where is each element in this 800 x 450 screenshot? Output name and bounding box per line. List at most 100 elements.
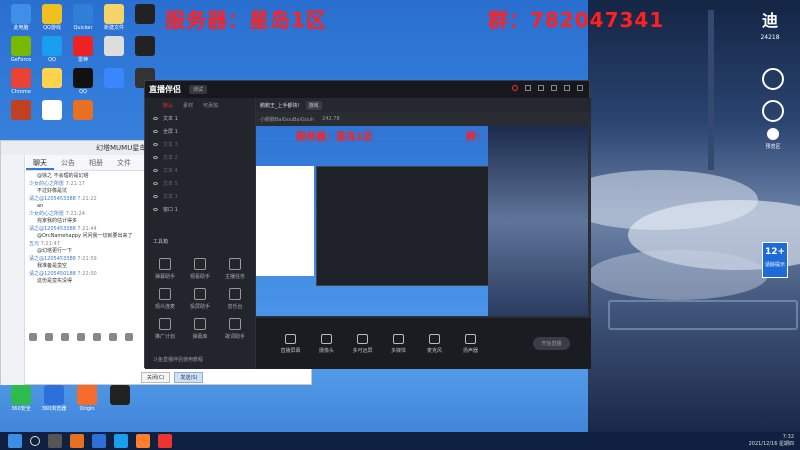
tool-button[interactable]: 弹幕助手 bbox=[149, 258, 181, 280]
eye-icon[interactable] bbox=[153, 156, 158, 159]
message-author[interactable]: 少女的心之所愿 bbox=[29, 211, 66, 217]
tool-button[interactable]: 投屏助手 bbox=[184, 288, 216, 310]
close-icon[interactable] bbox=[577, 85, 583, 91]
minimize-icon[interactable] bbox=[551, 85, 557, 91]
scene-item[interactable]: 文本 4 bbox=[145, 164, 255, 177]
control-button[interactable]: 麦克风 bbox=[421, 333, 447, 354]
eye-icon[interactable] bbox=[153, 195, 158, 198]
skin-icon[interactable] bbox=[525, 85, 531, 91]
control-button[interactable]: 多媒体 bbox=[385, 333, 411, 354]
desktop-icon[interactable]: 新建文件 bbox=[97, 4, 131, 31]
search-icon[interactable] bbox=[30, 436, 40, 446]
control-button[interactable]: 摄像头 bbox=[313, 333, 339, 354]
desktop-icon[interactable] bbox=[66, 100, 100, 121]
scene-item[interactable]: 文本 5 bbox=[145, 177, 255, 190]
tool-icon bbox=[159, 258, 171, 270]
scene-tab[interactable]: 默认 bbox=[163, 102, 173, 109]
stream-preview[interactable]: 服务器：星岛1区 群：782047341 bbox=[256, 126, 588, 316]
start-live-button[interactable]: 开始直播 bbox=[533, 337, 570, 350]
taskbar-app-icon[interactable] bbox=[70, 434, 84, 448]
settings-icon[interactable] bbox=[762, 68, 784, 90]
control-button[interactable]: 直播屏幕 bbox=[277, 333, 303, 354]
control-button[interactable]: 多可远屏 bbox=[349, 333, 375, 354]
desktop-icon[interactable]: 360安全 bbox=[4, 385, 38, 412]
maximize-icon[interactable] bbox=[564, 85, 570, 91]
record-icon[interactable] bbox=[512, 85, 518, 91]
scissors-icon[interactable] bbox=[61, 333, 69, 341]
desktop-icon[interactable]: 雷神 bbox=[66, 36, 100, 63]
task-view-icon[interactable] bbox=[48, 434, 62, 448]
control-button[interactable]: 扬声器 bbox=[457, 333, 483, 354]
eye-icon[interactable] bbox=[153, 208, 158, 211]
image-icon[interactable] bbox=[93, 333, 101, 341]
desktop-icon[interactable] bbox=[128, 4, 162, 25]
message-author[interactable]: 五元 bbox=[29, 241, 41, 247]
desktop-icon[interactable] bbox=[35, 100, 69, 121]
chat-tab[interactable]: 相册 bbox=[82, 155, 110, 170]
message-author[interactable]: 请之@1205453388 bbox=[29, 226, 77, 232]
tool-button[interactable]: 观众连麦 bbox=[149, 288, 181, 310]
system-tray[interactable]: 7:32 2021/12/16 星期四 bbox=[749, 434, 794, 448]
desktop-icon[interactable] bbox=[97, 36, 131, 57]
scene-item[interactable]: 窗口 1 bbox=[145, 203, 255, 216]
desktop-icon[interactable]: QQ bbox=[35, 36, 69, 63]
category-badge[interactable]: 游戏 bbox=[305, 100, 322, 110]
windows-start-icon[interactable] bbox=[8, 434, 22, 448]
desktop-icon[interactable]: QQ游戏 bbox=[35, 4, 69, 31]
tool-label: 主播任务 bbox=[224, 274, 245, 280]
eye-icon[interactable] bbox=[153, 169, 158, 172]
desktop-icon[interactable]: GeForce bbox=[4, 36, 38, 63]
tool-button[interactable]: 弹幕库 bbox=[184, 318, 216, 340]
desktop-icon[interactable]: Origin bbox=[70, 385, 104, 412]
desktop-icon[interactable] bbox=[4, 100, 38, 121]
eye-icon[interactable] bbox=[153, 182, 158, 185]
desktop-icon[interactable]: 360浏览器 bbox=[37, 385, 71, 412]
scene-item[interactable]: 文本 1 bbox=[145, 190, 255, 203]
close-button[interactable]: 关闭(C) bbox=[141, 371, 171, 383]
message-author[interactable]: 请之@1205450188 bbox=[29, 271, 77, 277]
eye-icon[interactable] bbox=[153, 130, 158, 133]
emoji-icon[interactable] bbox=[29, 333, 37, 341]
scene-tab[interactable]: 可添加 bbox=[203, 102, 218, 109]
power-icon[interactable] bbox=[762, 100, 784, 122]
chat-tab[interactable]: 公告 bbox=[54, 155, 82, 170]
desktop-icon[interactable] bbox=[97, 68, 131, 89]
message-author[interactable]: 请之@1205453388 bbox=[29, 256, 77, 262]
scene-item[interactable]: 文本 1 bbox=[145, 112, 255, 125]
taskbar-app-icon[interactable] bbox=[114, 434, 128, 448]
tool-button[interactable]: 歌词助手 bbox=[219, 318, 251, 340]
desktop-icon[interactable]: QQ bbox=[66, 68, 100, 95]
eye-icon[interactable] bbox=[153, 143, 158, 146]
taskbar-app-icon[interactable] bbox=[158, 434, 172, 448]
scene-tab[interactable]: 素材 bbox=[183, 102, 193, 109]
desktop-icon[interactable]: Quicker bbox=[66, 4, 100, 31]
tool-button[interactable]: 推广计划 bbox=[149, 318, 181, 340]
chat-tab[interactable]: 文件 bbox=[110, 155, 138, 170]
desktop-icon[interactable]: Chrome bbox=[4, 68, 38, 95]
send-button[interactable]: 发送(S) bbox=[174, 371, 204, 383]
scene-item[interactable]: 文本 2 bbox=[145, 151, 255, 164]
tool-button[interactable]: 音乐台 bbox=[219, 288, 251, 310]
tool-button[interactable]: 观看助手 bbox=[184, 258, 216, 280]
folder-icon[interactable] bbox=[77, 333, 85, 341]
desktop-icon[interactable] bbox=[35, 68, 69, 89]
desktop-icon[interactable] bbox=[128, 36, 162, 57]
scene-item[interactable]: 全屏 1 bbox=[145, 125, 255, 138]
tutorial-tip[interactable]: 斗鱼直播伴侣使用教程 bbox=[153, 356, 203, 363]
message-author[interactable]: 少女的心之所愿 bbox=[29, 181, 66, 187]
taskbar-app-icon[interactable] bbox=[92, 434, 106, 448]
desktop-icon[interactable] bbox=[103, 385, 137, 406]
gif-icon[interactable] bbox=[45, 333, 53, 341]
tool-button[interactable]: 主播任务 bbox=[219, 258, 251, 280]
more-icon[interactable] bbox=[125, 333, 133, 341]
scene-item[interactable]: 文本 3 bbox=[145, 138, 255, 151]
preview-user[interactable]: 预览区 bbox=[758, 128, 788, 150]
mic-icon[interactable] bbox=[109, 333, 117, 341]
app-icon bbox=[104, 4, 124, 24]
message-author[interactable]: 请之@1205453388 bbox=[29, 196, 77, 202]
eye-icon[interactable] bbox=[153, 117, 158, 120]
desktop-icon[interactable]: 此电脑 bbox=[4, 4, 38, 31]
chat-tab[interactable]: 聊天 bbox=[26, 155, 54, 170]
taskbar-app-icon[interactable] bbox=[136, 434, 150, 448]
menu-icon[interactable] bbox=[538, 85, 544, 91]
